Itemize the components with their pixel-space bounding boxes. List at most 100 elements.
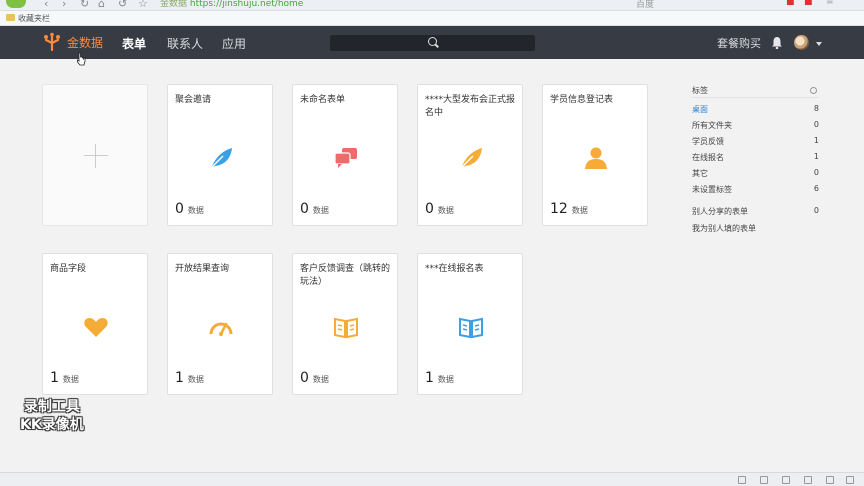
bell-icon[interactable] — [771, 36, 783, 49]
form-card[interactable]: 聚会邀请 0 数据 — [167, 84, 273, 226]
bookmarks-label[interactable]: 收藏夹栏 — [18, 13, 50, 24]
shared-forms-label: 别人分享的表单 — [692, 207, 748, 216]
tag-item[interactable]: 学员反馈 1 — [692, 136, 819, 148]
form-card[interactable]: 学员信息登记表 12 数据 — [542, 84, 648, 226]
watermark-line1: 录制工具 — [23, 399, 80, 415]
nav-contacts[interactable]: 联系人 — [167, 35, 203, 52]
toolbar-close-icon[interactable]: ■ — [804, 0, 813, 7]
folder-icon — [6, 14, 15, 21]
form-card[interactable]: ****大型发布会正式报名中 0 数据 — [417, 84, 523, 226]
form-card[interactable]: 商品字段 1 数据 — [42, 253, 148, 395]
tag-count: 1 — [813, 152, 819, 161]
form-title: 开放结果查询 — [175, 264, 230, 274]
pricing-link[interactable]: 套餐购买 — [717, 35, 761, 51]
chevron-down-icon[interactable] — [816, 42, 822, 46]
form-count: 0 数据 — [175, 201, 204, 217]
undo-icon[interactable]: ↺ — [118, 0, 127, 9]
form-count: 1 数据 — [425, 370, 454, 386]
watermark-line2: KK录像机 — [20, 417, 84, 433]
form-count: 1 数据 — [50, 370, 79, 386]
search-icon — [428, 37, 437, 46]
form-count: 0 数据 — [300, 201, 329, 217]
status-icon[interactable] — [804, 476, 812, 484]
tag-item[interactable]: 桌面 8 — [692, 104, 819, 116]
tag-item[interactable]: 所有文件夹 0 — [692, 120, 819, 132]
form-count-unit: 数据 — [437, 206, 454, 215]
plus-icon-vertical — [95, 144, 96, 168]
tag-label: 桌面 — [692, 105, 708, 114]
address-bar[interactable]: 金数据 https://jinshuju.net/home — [160, 0, 303, 9]
form-title: 未命名表单 — [300, 95, 346, 105]
tag-label: 其它 — [692, 169, 708, 178]
address-url: https://jinshuju.net/home — [189, 0, 304, 9]
shared-forms-count: 0 — [813, 206, 819, 215]
gauge-icon — [209, 322, 233, 336]
browser-logo-icon — [6, 0, 26, 8]
app-navbar: 金数据 表单 联系人 应用 套餐购买 — [0, 26, 864, 59]
favorite-star-icon[interactable]: ☆ — [138, 0, 148, 9]
tag-label: 未设置标签 — [692, 185, 732, 194]
divider — [692, 97, 819, 98]
tag-count: 1 — [813, 136, 819, 145]
form-card[interactable]: 开放结果查询 1 数据 — [167, 253, 273, 395]
tag-item[interactable]: 在线报名 1 — [692, 152, 819, 164]
form-count-unit: 数据 — [571, 206, 588, 215]
home-icon[interactable]: ⌂ — [98, 0, 105, 9]
browser-toolbar: ‹ › ↻ ⌂ ↺ ☆ 金数据 https://jinshuju.net/hom… — [0, 0, 864, 11]
status-icon[interactable] — [846, 476, 854, 484]
refresh-icon[interactable]: ↻ — [80, 0, 89, 9]
status-icon[interactable] — [760, 476, 768, 484]
nav-forms[interactable]: 表单 — [122, 35, 146, 52]
form-count: 0 数据 — [300, 370, 329, 386]
tag-count: 6 — [813, 184, 819, 193]
form-count: 0 数据 — [425, 201, 454, 217]
toolbar-menu-icon[interactable]: ≡ — [826, 0, 834, 7]
back-icon[interactable]: ‹ — [44, 0, 48, 9]
form-title: 学员信息登记表 — [550, 95, 614, 105]
toolbar-app-icon[interactable]: ■ — [786, 0, 795, 7]
form-count-unit: 数据 — [312, 375, 329, 384]
form-card[interactable]: 未命名表单 0 数据 — [292, 84, 398, 226]
avatar[interactable] — [794, 35, 809, 50]
form-title: 聚会邀请 — [175, 95, 212, 105]
status-icon[interactable] — [782, 476, 790, 484]
search-input[interactable] — [330, 35, 535, 51]
address-site-label: 金数据 — [160, 0, 188, 9]
chat-bubbles-icon — [334, 148, 357, 168]
forward-icon[interactable]: › — [62, 0, 66, 9]
form-count-value: 1 — [175, 370, 184, 386]
new-form-card[interactable] — [42, 84, 148, 226]
person-icon — [585, 147, 607, 169]
form-count-unit: 数据 — [312, 206, 329, 215]
form-count: 12 数据 — [550, 201, 588, 217]
form-count-unit: 数据 — [62, 375, 79, 384]
bookmarks-bar: 收藏夹栏 — [0, 11, 864, 26]
filled-forms-link[interactable]: 我为别人填的表单 — [692, 223, 819, 235]
form-card[interactable]: 客户反馈调查（跳转的玩法） 0 数据 — [292, 253, 398, 395]
form-card[interactable]: ***在线报名表 1 数据 — [417, 253, 523, 395]
status-icon[interactable] — [826, 476, 834, 484]
brand-label: 金数据 — [67, 35, 104, 50]
toolbar-search-label[interactable]: 百度 — [636, 0, 654, 10]
leaf-icon — [460, 148, 482, 169]
tag-count: 0 — [813, 120, 819, 129]
book-icon — [459, 317, 483, 339]
form-title: ****大型发布会正式报名中 — [425, 95, 516, 118]
tag-item[interactable]: 其它 0 — [692, 168, 819, 180]
form-title: ***在线报名表 — [425, 264, 484, 274]
tag-item[interactable]: 未设置标签 6 — [692, 184, 819, 196]
form-count-value: 0 — [300, 201, 309, 217]
form-count: 1 数据 — [175, 370, 204, 386]
status-icon[interactable] — [738, 476, 746, 484]
brand-link[interactable]: 金数据 — [42, 32, 103, 52]
nav-apps[interactable]: 应用 — [222, 35, 246, 52]
form-count-unit: 数据 — [187, 375, 204, 384]
gear-icon[interactable] — [810, 87, 817, 94]
form-count-value: 1 — [425, 370, 434, 386]
shared-forms-link[interactable]: 别人分享的表单 0 — [692, 206, 819, 218]
form-count-unit: 数据 — [187, 206, 204, 215]
mouse-cursor-icon — [77, 52, 86, 66]
tag-label: 所有文件夹 — [692, 121, 732, 130]
form-count-unit: 数据 — [437, 375, 454, 384]
form-title: 商品字段 — [50, 264, 87, 274]
